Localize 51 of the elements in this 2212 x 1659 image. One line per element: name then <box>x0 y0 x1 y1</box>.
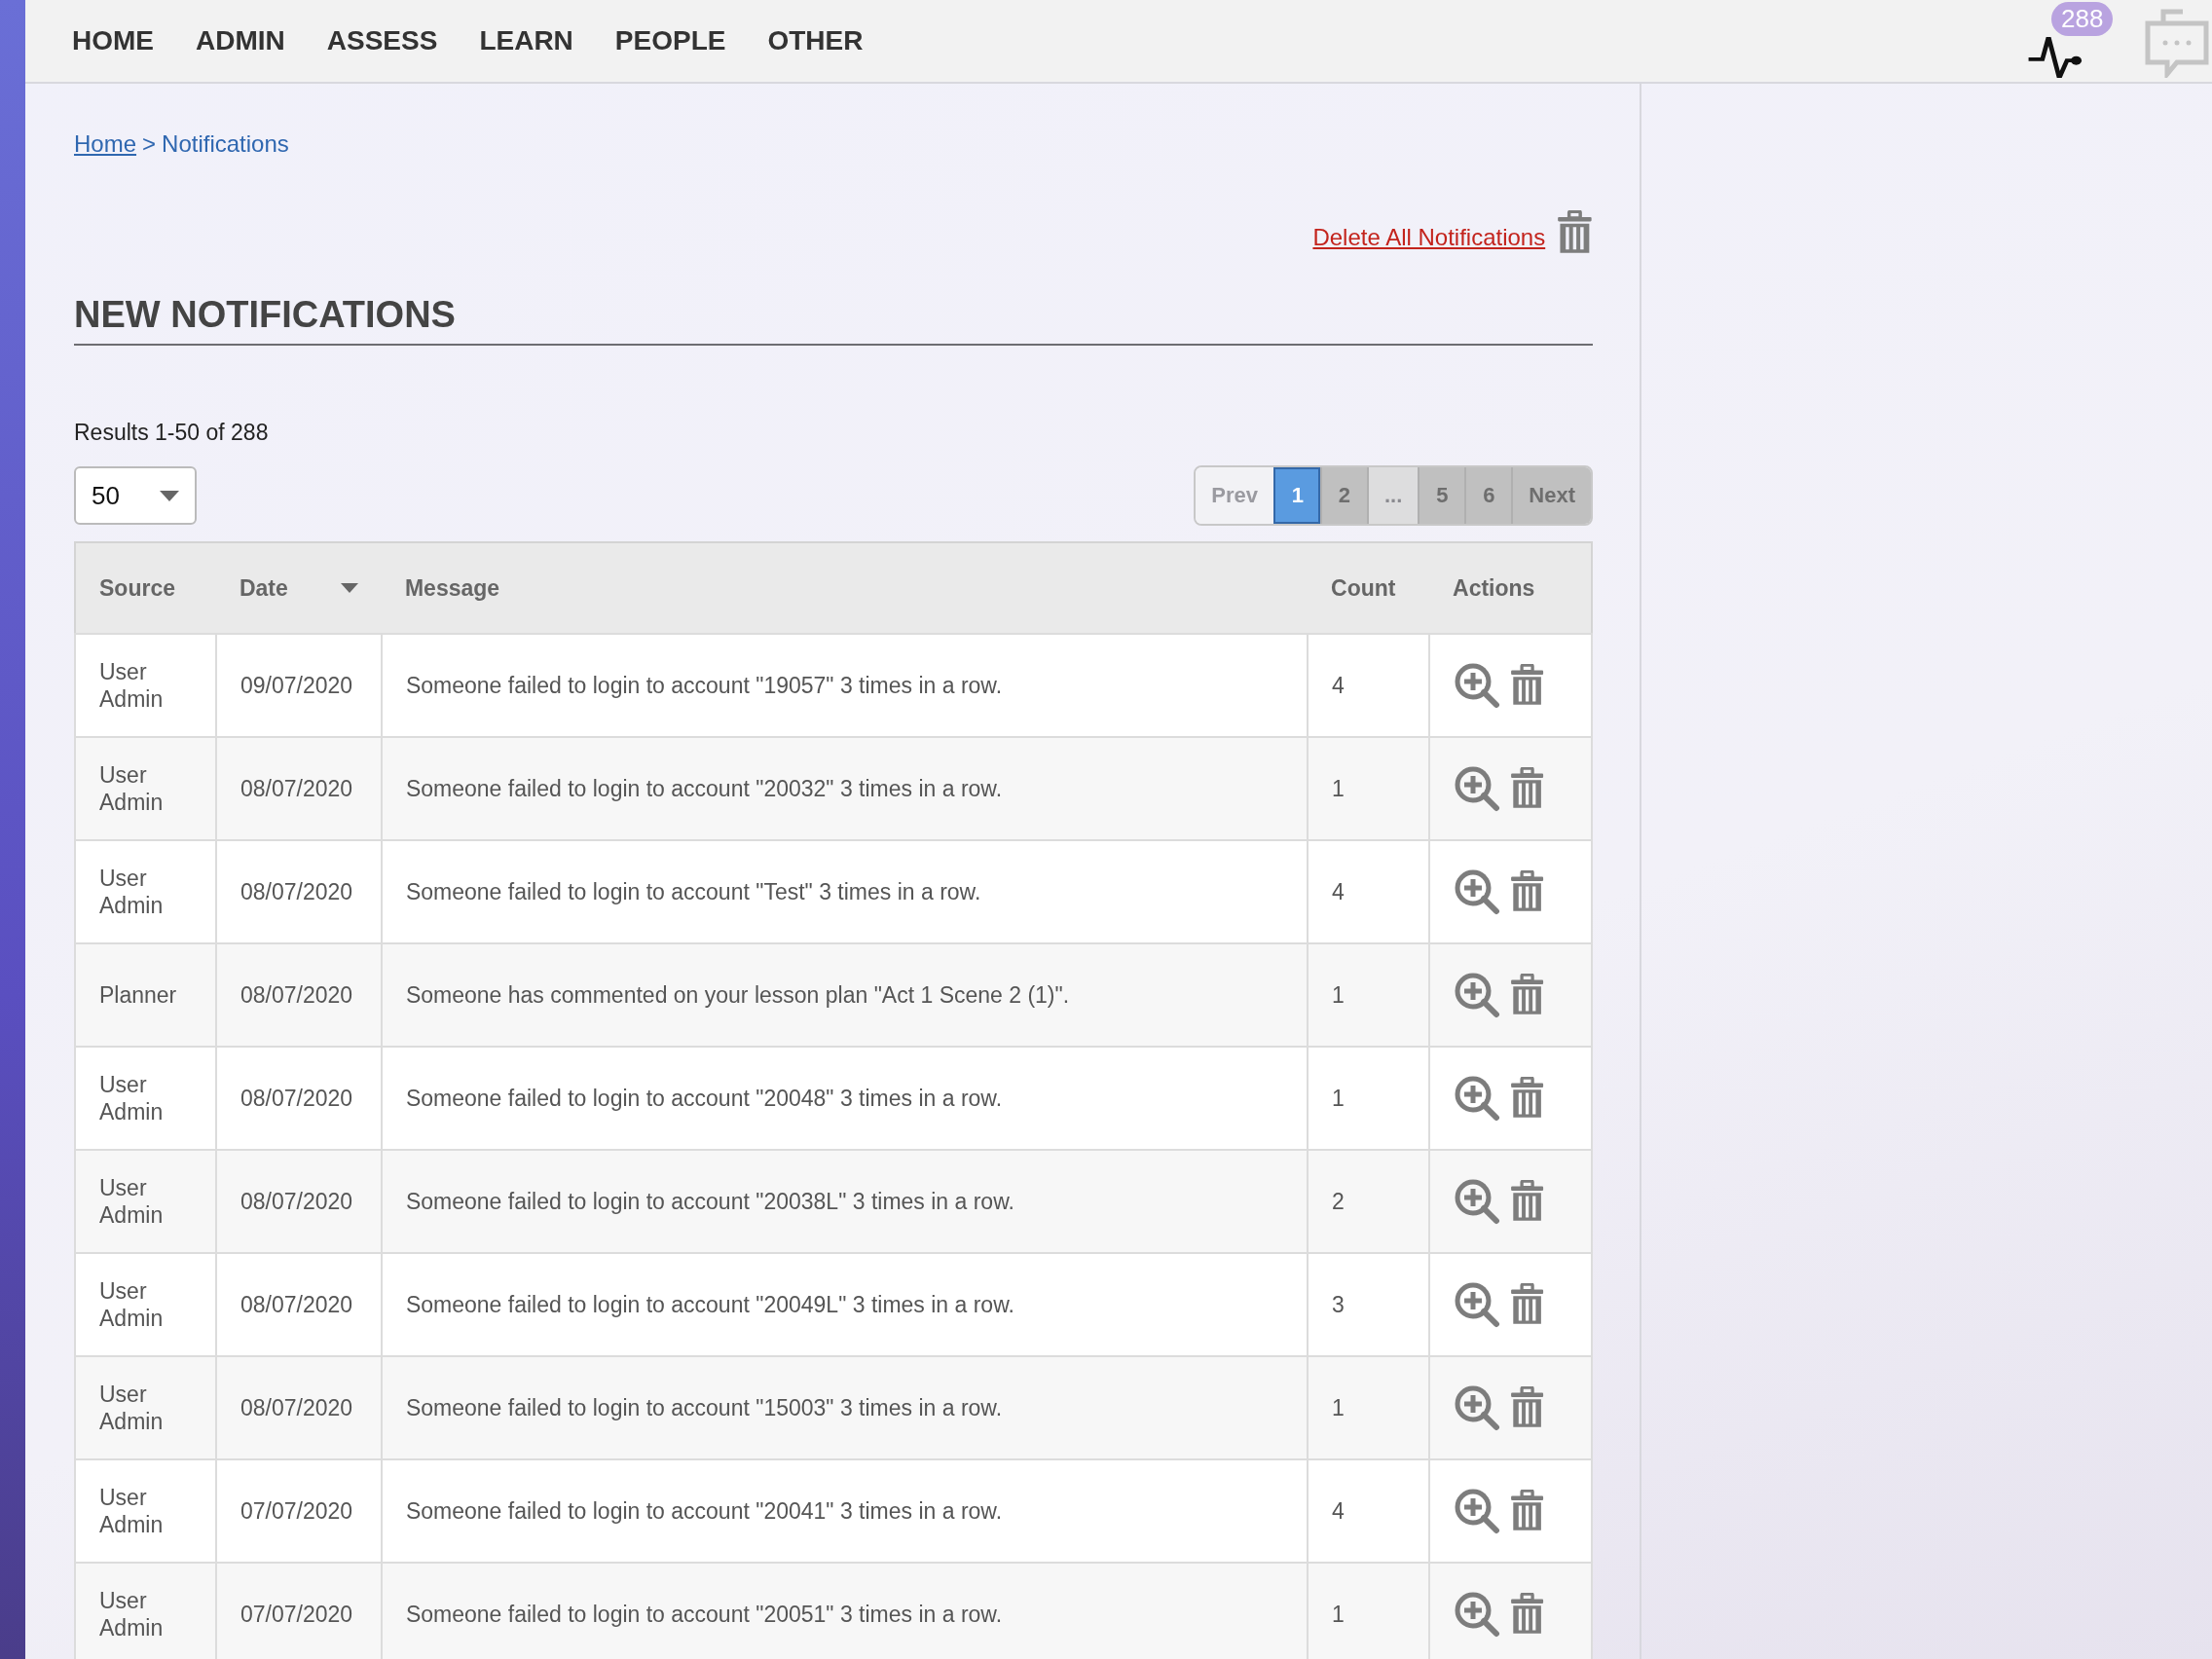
nav-link[interactable]: LEARN <box>479 25 573 56</box>
view-button[interactable] <box>1454 868 1501 915</box>
column-header[interactable]: Count <box>1308 542 1430 634</box>
nav-link[interactable]: OTHER <box>767 25 864 56</box>
page-size-select[interactable]: 50 <box>74 466 197 525</box>
view-button[interactable] <box>1454 1591 1501 1638</box>
page-button[interactable]: 6 <box>1464 467 1512 524</box>
view-button[interactable] <box>1454 1281 1501 1328</box>
table-cell: User Admin <box>75 634 216 737</box>
view-button[interactable] <box>1454 1075 1501 1122</box>
delete-button[interactable] <box>1510 1180 1545 1223</box>
page-gap: ... <box>1366 467 1419 524</box>
results-count: Results 1-50 of 288 <box>74 420 270 446</box>
caret-icon <box>160 490 179 501</box>
view-button[interactable] <box>1454 972 1501 1018</box>
delete-button[interactable] <box>1510 1386 1545 1429</box>
page-button[interactable]: 5 <box>1418 467 1465 524</box>
breadcrumb-current: Notifications <box>162 130 289 158</box>
nav-link[interactable]: HOME <box>72 25 154 56</box>
column-header[interactable]: Actions <box>1429 542 1592 634</box>
column-header[interactable]: Message <box>381 542 1309 634</box>
delete-all-link[interactable]: Delete All Notifications <box>1312 224 1546 251</box>
delete-button[interactable] <box>1510 1490 1545 1532</box>
view-button[interactable] <box>1454 765 1501 812</box>
delete-button[interactable] <box>1510 870 1545 913</box>
trash-icon[interactable] <box>1557 210 1593 255</box>
nav-link[interactable]: ASSESS <box>326 25 438 56</box>
view-button[interactable] <box>1454 1488 1501 1534</box>
column-header[interactable]: Date <box>215 542 382 634</box>
notification-badge: 288 <box>2051 2 2114 36</box>
delete-button[interactable] <box>1510 767 1545 810</box>
page-nav-button[interactable]: Next <box>1511 467 1591 524</box>
table-cell: User Admin <box>75 1563 216 1659</box>
delete-button[interactable] <box>1510 974 1545 1016</box>
nav-link[interactable]: PEOPLE <box>614 25 726 56</box>
page-button[interactable]: 1 <box>1272 467 1320 524</box>
view-button[interactable] <box>1454 662 1501 709</box>
delete-button[interactable] <box>1510 1593 1545 1636</box>
delete-button[interactable] <box>1510 664 1545 707</box>
delete-button[interactable] <box>1510 1283 1545 1326</box>
column-header[interactable]: Source <box>75 542 216 634</box>
nav-link[interactable]: ADMIN <box>196 25 285 56</box>
delete-button[interactable] <box>1510 1077 1545 1120</box>
sort-caret-icon <box>340 583 358 593</box>
table-cell: Someone failed to login to account "19057" 3 times in a row. <box>381 634 1309 737</box>
view-button[interactable] <box>1454 1384 1501 1431</box>
breadcrumb-link[interactable]: Home <box>74 130 137 158</box>
view-button[interactable] <box>1454 1178 1501 1225</box>
page-button[interactable]: 2 <box>1319 467 1367 524</box>
section-heading: NEW NOTIFICATIONS <box>74 294 1593 346</box>
breadcrumb-separator: > <box>142 130 157 158</box>
